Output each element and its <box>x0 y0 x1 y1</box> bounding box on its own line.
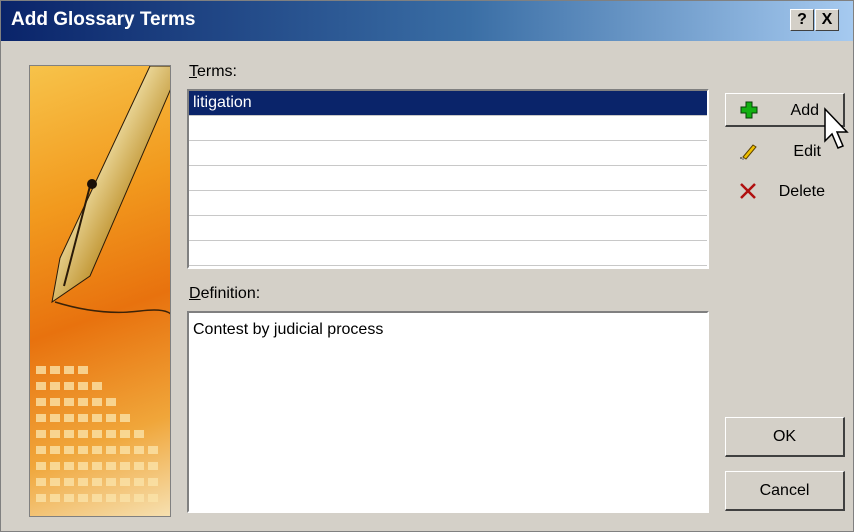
plus-icon <box>740 101 758 119</box>
add-glossary-terms-dialog: Add Glossary Terms ? X Terms: litigation… <box>0 0 854 532</box>
definition-label: Definition: <box>189 285 261 302</box>
fountain-pen-illustration <box>36 66 170 502</box>
edit-label: Edit <box>793 143 821 160</box>
title-bar[interactable]: Add Glossary Terms ? X <box>1 1 853 41</box>
list-item[interactable] <box>189 241 707 266</box>
x-icon <box>740 183 756 199</box>
help-button[interactable]: ? <box>790 9 814 31</box>
list-item[interactable] <box>189 216 707 241</box>
list-item[interactable] <box>189 141 707 166</box>
delete-label: Delete <box>778 183 825 200</box>
fountain-pen-image <box>29 65 171 517</box>
terms-listbox[interactable]: litigation <box>187 89 709 269</box>
terms-label: Terms: <box>189 63 237 80</box>
cancel-button[interactable]: Cancel <box>725 471 845 511</box>
definition-textarea[interactable]: Contest by judicial process <box>187 311 709 513</box>
window-title: Add Glossary Terms <box>11 9 196 30</box>
list-item[interactable] <box>189 116 707 141</box>
pencil-icon <box>740 144 757 160</box>
ok-button[interactable]: OK <box>725 417 845 457</box>
mouse-pointer-icon <box>824 107 849 149</box>
close-button[interactable]: X <box>815 9 839 31</box>
list-item[interactable] <box>189 191 707 216</box>
list-item[interactable] <box>189 166 707 191</box>
list-item[interactable]: litigation <box>189 91 707 116</box>
delete-button[interactable]: Delete <box>725 175 845 209</box>
add-label: Add <box>790 102 819 119</box>
